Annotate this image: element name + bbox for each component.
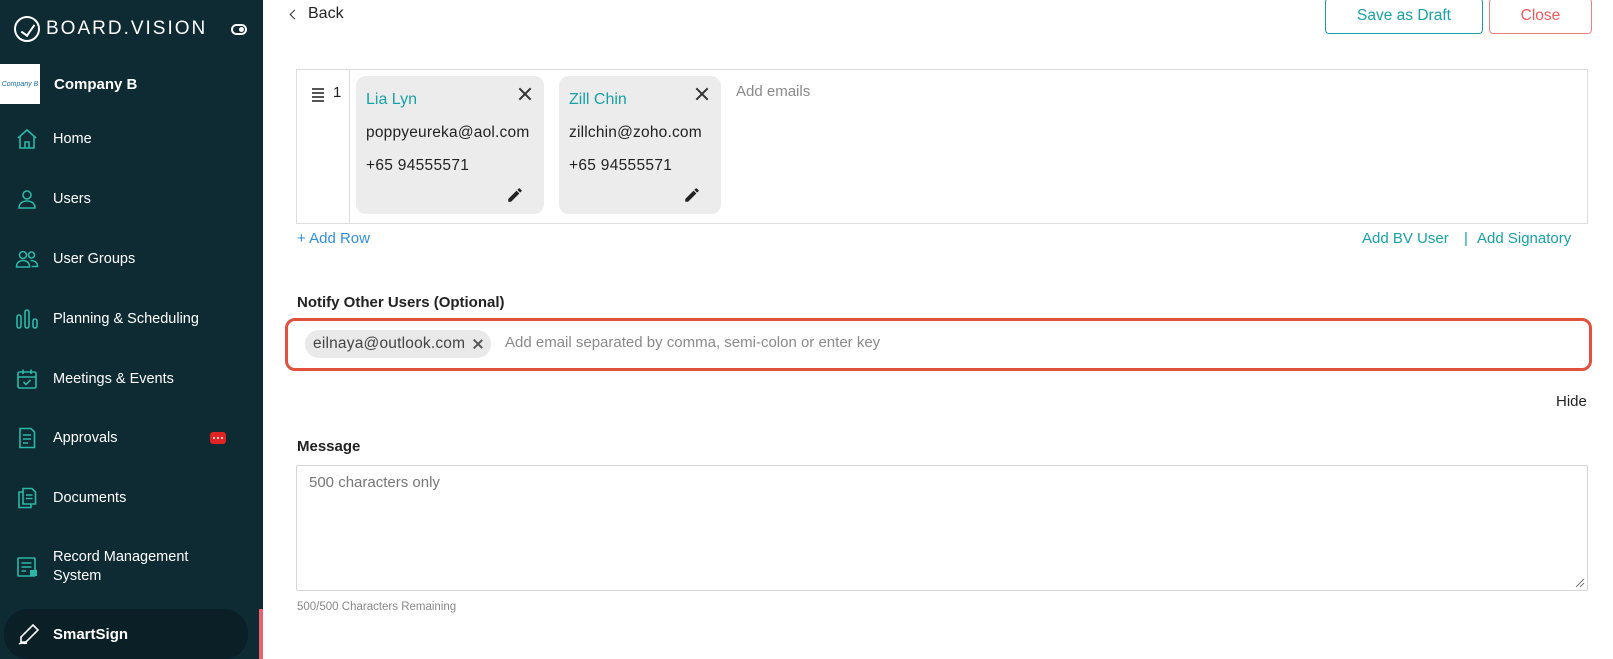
sidebar-item-label: Planning & Scheduling [53, 310, 199, 327]
sidebar: BOARD.VISION Company B Company B Home Us… [0, 0, 263, 659]
chevron-left-icon [289, 9, 300, 19]
pen-icon [16, 621, 42, 647]
message-textarea[interactable] [296, 465, 1588, 591]
sidebar-item-label: Documents [53, 489, 127, 506]
sidebar-item-label: SmartSign [53, 625, 129, 643]
brand-name: BOARD.VISION [46, 18, 208, 39]
character-counter: 500/500 Characters Remaining [297, 601, 457, 613]
sidebar-item-documents[interactable]: Documents [0, 473, 263, 523]
signatory-name: Zill Chin [569, 91, 627, 108]
remove-signatory-icon[interactable] [517, 86, 533, 102]
record-icon [14, 554, 40, 580]
calendar-icon [14, 366, 40, 392]
sidebar-item-user-groups[interactable]: User Groups [0, 234, 263, 284]
company-switcher[interactable]: Company B Company B [0, 64, 263, 104]
home-icon [14, 126, 40, 152]
add-row-link[interactable]: + Add Row [297, 230, 370, 247]
sidebar-item-label: Approvals [53, 429, 118, 446]
bar-chart-icon [14, 306, 40, 332]
sidebar-item-label: Home [53, 130, 92, 147]
close-button[interactable]: Close [1489, 0, 1592, 34]
user-icon [14, 186, 40, 212]
sidebar-item-planning-scheduling[interactable]: Planning & Scheduling [0, 294, 263, 344]
notify-users-field[interactable]: eilnaya@outlook.com [285, 318, 1592, 371]
signatory-card: Zill Chin zillchin@zoho.com +65 94555571 [559, 76, 721, 214]
notify-users-label: Notify Other Users (Optional) [297, 294, 505, 311]
document-icon [14, 425, 40, 451]
signatory-table: 1 Lia Lyn poppyeureka@aol.com +65 945555… [296, 69, 1588, 224]
add-signatory-link[interactable]: Add Signatory [1477, 230, 1571, 247]
add-emails-input[interactable]: Add emails [736, 83, 810, 100]
drag-handle-icon[interactable] [312, 88, 324, 102]
table-row-handle: 1 [297, 70, 350, 223]
company-logo: Company B [0, 64, 40, 104]
board-vision-logo-icon [14, 16, 40, 42]
sidebar-item-record-management[interactable]: Record Management System [0, 539, 263, 595]
hide-link[interactable]: Hide [1556, 393, 1587, 410]
documents-icon [14, 485, 40, 511]
main-content: 1 Lia Lyn poppyeureka@aol.com +65 945555… [263, 48, 1613, 659]
edit-pencil-icon[interactable] [683, 186, 701, 204]
sidebar-item-users[interactable]: Users [0, 174, 263, 224]
add-bv-user-link[interactable]: Add BV User [1362, 230, 1449, 247]
link-separator: | [1464, 230, 1468, 247]
company-name: Company B [54, 75, 138, 93]
sidebar-item-label: Users [53, 190, 91, 207]
signatory-phone: +65 94555571 [569, 157, 673, 174]
sidebar-item-label: Record Management System [53, 549, 189, 584]
row-number: 1 [333, 84, 342, 101]
email-chip: eilnaya@outlook.com [305, 330, 492, 358]
save-as-draft-button[interactable]: Save as Draft [1325, 0, 1483, 34]
email-chip-label: eilnaya@outlook.com [313, 335, 466, 352]
header-bar: Back Save as Draft Close [263, 0, 1613, 48]
signatory-email: poppyeureka@aol.com [366, 124, 530, 141]
edit-pencil-icon[interactable] [506, 186, 524, 204]
notify-email-input[interactable] [505, 334, 1505, 351]
sidebar-item-label: Meetings & Events [53, 370, 174, 387]
brand-logo[interactable]: BOARD.VISION [14, 14, 207, 44]
signatory-name: Lia Lyn [366, 91, 417, 108]
signatory-email: zillchin@zoho.com [569, 124, 702, 141]
sidebar-item-smartsign[interactable]: SmartSign [4, 609, 248, 659]
signatory-phone: +65 94555571 [366, 157, 470, 174]
remove-chip-icon[interactable] [473, 339, 483, 349]
message-label: Message [297, 438, 361, 455]
back-label: Back [308, 5, 344, 22]
sidebar-toggle-icon[interactable] [231, 24, 247, 35]
sidebar-item-approvals[interactable]: Approvals [0, 413, 263, 463]
resize-grip-icon[interactable] [1575, 578, 1585, 588]
remove-signatory-icon[interactable] [694, 86, 710, 102]
user-group-icon [14, 246, 40, 272]
back-button[interactable]: Back [289, 5, 344, 23]
sidebar-item-label: User Groups [53, 250, 136, 267]
sidebar-item-home[interactable]: Home [0, 114, 263, 164]
chat-badge-icon [210, 432, 226, 444]
signatory-card: Lia Lyn poppyeureka@aol.com +65 94555571 [356, 76, 544, 214]
sidebar-item-meetings-events[interactable]: Meetings & Events [0, 354, 263, 404]
